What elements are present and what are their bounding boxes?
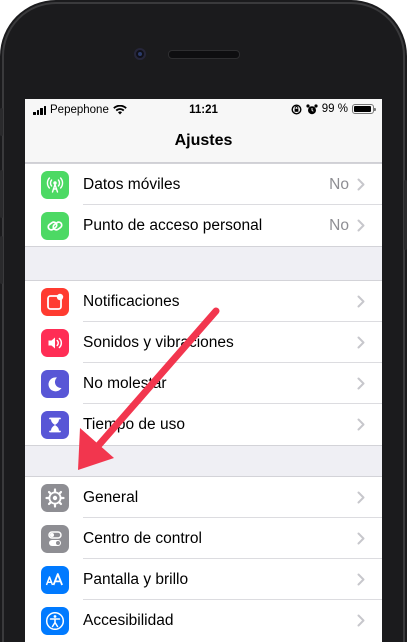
gear-icon [41,484,69,512]
row-label: Punto de acceso personal [83,217,263,234]
settings-row-pantalla-y-brillo[interactable]: Pantalla y brillo [25,559,382,600]
personal-hotspot-icon [41,212,69,240]
row-label: Pantalla y brillo [83,571,189,588]
alarm-icon [306,103,318,114]
screen: Pepephone 11:21 99 % Ajustes Datos móvil… [25,99,382,642]
moon-icon [41,370,69,398]
rotation-lock-icon [291,103,302,115]
chevron-right-icon [357,336,365,349]
battery-icon [352,104,376,114]
notifications-icon [41,288,69,316]
speaker-icon [41,329,69,357]
settings-row-datos-moviles[interactable]: Datos móviles No [25,164,382,205]
text-size-icon [41,566,69,594]
row-value: No [329,217,349,234]
phone-frame: Pepephone 11:21 99 % Ajustes Datos móvil… [0,0,407,642]
chevron-right-icon [357,573,365,586]
settings-row-centro-de-control[interactable]: Centro de control [25,518,382,559]
row-label: Centro de control [83,530,202,547]
settings-row-general[interactable]: General [25,477,382,518]
row-label: Sonidos y vibraciones [83,334,234,351]
settings-row-punto-de-acceso[interactable]: Punto de acceso personal No [25,205,382,246]
volume-up-button [0,170,3,218]
chevron-right-icon [357,491,365,504]
row-label: Notificaciones [83,293,180,310]
mute-switch [0,108,3,136]
settings-group-general: General Centro de control Pantalla y bri… [25,476,382,642]
row-value: No [329,176,349,193]
chevron-right-icon [357,532,365,545]
row-label: Datos móviles [83,176,181,193]
front-camera [134,48,146,60]
chevron-right-icon [357,418,365,431]
chevron-right-icon [357,377,365,390]
toggles-icon [41,525,69,553]
settings-group-notifications: Notificaciones Sonidos y vibraciones No … [25,280,382,446]
status-right: 99 % [291,103,376,115]
hourglass-icon [41,411,69,439]
settings-row-sonidos[interactable]: Sonidos y vibraciones [25,322,382,363]
volume-down-button [0,236,3,284]
accessibility-icon [41,607,69,635]
settings-row-accesibilidad[interactable]: Accesibilidad [25,600,382,641]
antenna-icon [41,171,69,199]
chevron-right-icon [357,219,365,232]
settings-group-connectivity: Datos móviles No Punto de acceso persona… [25,163,382,247]
row-label: Accesibilidad [83,612,174,629]
row-label: General [83,489,139,506]
chevron-right-icon [357,614,365,627]
chevron-right-icon [357,295,365,308]
settings-row-tiempo-de-uso[interactable]: Tiempo de uso [25,404,382,445]
settings-row-no-molestar[interactable]: No molestar [25,363,382,404]
battery-percent: 99 % [321,103,348,115]
row-label: Tiempo de uso [83,416,185,433]
status-bar: Pepephone 11:21 99 % [25,99,382,121]
chevron-right-icon [357,178,365,191]
earpiece-speaker [168,50,240,59]
settings-row-notificaciones[interactable]: Notificaciones [25,281,382,322]
row-label: No molestar [83,375,167,392]
navigation-bar: Ajustes [25,121,382,163]
page-title: Ajustes [174,132,233,149]
